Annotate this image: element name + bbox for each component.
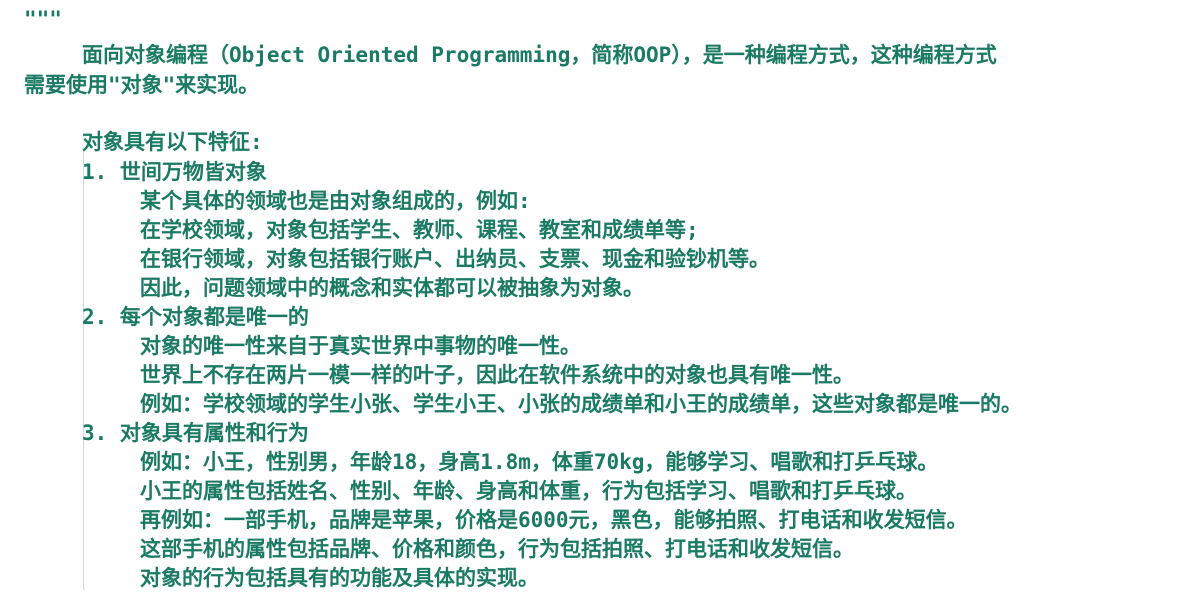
point-2-line-2: 世界上不存在两片一模一样的叶子，因此在软件系统中的对象也具有唯一性。	[140, 363, 854, 387]
point-3-line-5: 对象的行为包括具有的功能及具体的实现。	[140, 566, 539, 590]
point-1-line-1: 某个具体的领域也是由对象组成的，例如:	[140, 189, 531, 213]
point-1-line-3: 在银行领域，对象包括银行账户、出纳员、支票、现金和验钞机等。	[140, 247, 770, 271]
point-3-line-2: 小王的属性包括姓名、性别、年龄、身高和体重，行为包括学习、唱歌和打乒乓球。	[140, 479, 917, 503]
point-2-line-3: 例如：学校领域的学生小张、学生小王、小张的成绩单和小王的成绩单，这些对象都是唯一…	[140, 392, 1022, 416]
point-3-line-1: 例如：小王，性别男，年龄18，身高1.8m，体重70kg，能够学习、唱歌和打乒乓…	[140, 450, 939, 474]
point-1-line-4: 因此，问题领域中的概念和实体都可以被抽象为对象。	[140, 276, 644, 300]
point-2-title: 2. 每个对象都是唯一的	[82, 305, 309, 329]
point-1-title: 1. 世间万物皆对象	[82, 160, 267, 184]
features-title: 对象具有以下特征:	[82, 130, 263, 154]
docstring-open-quotes: """	[24, 7, 62, 31]
intro-line-2: 需要使用"对象"来实现。	[24, 73, 260, 97]
indent-guide	[83, 150, 84, 590]
point-3-line-4: 这部手机的属性包括品牌、价格和颜色，行为包括拍照、打电话和收发短信。	[140, 537, 854, 561]
code-editor[interactable]: """ 面向对象编程（Object Oriented Programming，简…	[0, 0, 1189, 605]
point-3-title: 3. 对象具有属性和行为	[82, 421, 309, 445]
point-2-line-1: 对象的唯一性来自于真实世界中事物的唯一性。	[140, 334, 581, 358]
point-1-line-2: 在学校领域，对象包括学生、教师、课程、教室和成绩单等;	[140, 218, 699, 242]
point-3-line-3: 再例如：一部手机，品牌是苹果，价格是6000元，黑色，能够拍照、打电话和收发短信…	[140, 508, 968, 532]
intro-line-1: 面向对象编程（Object Oriented Programming，简称OOP…	[82, 43, 997, 67]
